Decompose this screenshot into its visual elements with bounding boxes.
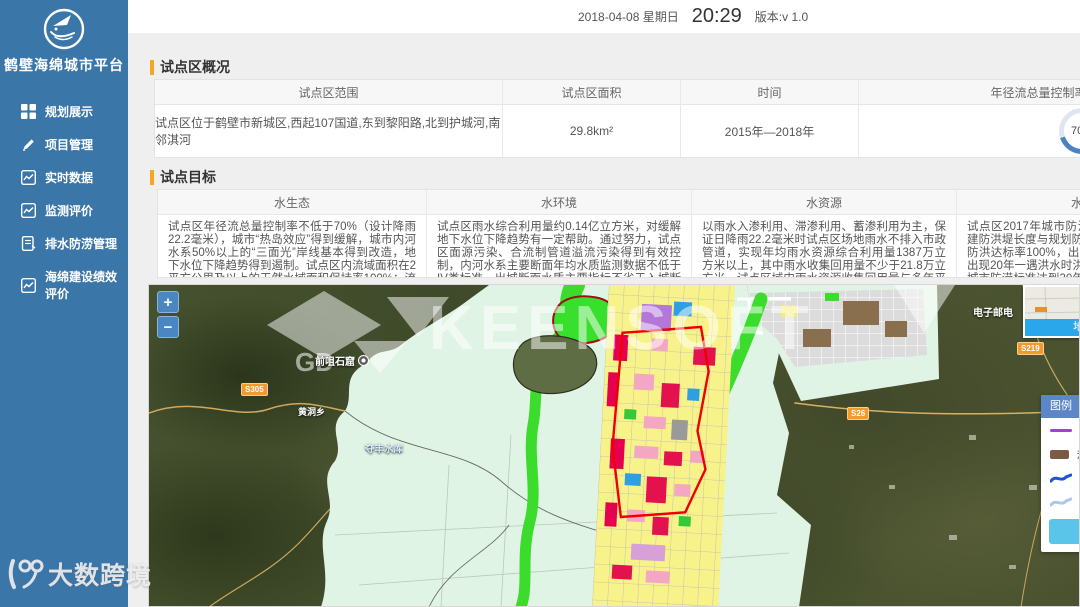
goals-section-title: 试点目标: [150, 167, 216, 187]
cell-range: 试点区位于鹤壁市新城区,西起107国道,东到黎阳路,北到护城河,南邻淇河: [155, 116, 501, 147]
map-overlay-graphics: GD KEENSOFT: [149, 285, 1079, 606]
chart-icon: [21, 277, 36, 293]
current-date: 2018-04-08 星期日: [578, 10, 679, 24]
goals-table-header: 水生态 水环境 水资源 水安全: [158, 190, 1080, 215]
document-icon: [21, 236, 36, 251]
app-window: 鹤壁海绵城市平台 规划展示 项目管理 实时数据 监测评价 排水防涝管理 海绵建设…: [0, 0, 1080, 607]
legend-action-button[interactable]: 回: [1049, 519, 1079, 544]
runoff-progress-value: 70%: [1070, 125, 1080, 137]
sidebar: 鹤壁海绵城市平台 规划展示 项目管理 实时数据 监测评价 排水防涝管理 海绵建设…: [0, 0, 128, 607]
legend-item-brown: 规: [1041, 442, 1079, 466]
sidebar-item-label: 监测评价: [45, 204, 94, 218]
goal-header-water-resources: 水资源: [691, 190, 956, 214]
zoom-in-button[interactable]: +: [157, 291, 179, 313]
pencil-icon: [23, 139, 34, 151]
light-blue-curve-symbol: [1050, 497, 1072, 507]
sidebar-item-label: 实时数据: [45, 171, 94, 185]
sidebar-item-label: 规划展示: [45, 105, 94, 119]
topbar: 2018-04-08 星期日 20:29 版本:v 1.0: [128, 0, 1080, 33]
col-header-area: 试点区面积: [502, 80, 680, 104]
sidebar-item-planning[interactable]: 规划展示: [0, 95, 128, 128]
goals-table: 水生态 水环境 水资源 水安全 试点区年径流总量控制率不低于70%（设计降雨22…: [157, 189, 1080, 278]
swan-logo-icon: [43, 8, 85, 50]
sidebar-menu: 规划展示 项目管理 实时数据 监测评价 排水防涝管理 海绵建设绩效评价: [0, 95, 128, 310]
cell-time: 2015年—2018年: [680, 105, 858, 157]
chart-icon: [21, 170, 36, 185]
sidebar-item-monitoring[interactable]: 监测评价: [0, 194, 128, 227]
purple-line-symbol: [1050, 428, 1072, 432]
site-watermark: 大数跨境: [4, 556, 152, 592]
sidebar-item-label: 海绵建设绩效评价: [45, 270, 118, 301]
road-badge-s305: S305: [241, 383, 268, 396]
sidebar-item-realtime-data[interactable]: 实时数据: [0, 161, 128, 194]
overview-table: 试点区范围 试点区面积 时间 年径流总量控制率 试点区位于鹤壁市新城区,西起10…: [154, 79, 1080, 158]
map-label-northeast: 电子邮电: [973, 308, 1013, 319]
map-zoom-controls: + −: [157, 291, 179, 341]
goal-text-water-safety: 试点区2017年城市防洪标准达到50年一遇，已建防洪堤长度与规划防洪堤总长度的比…: [956, 215, 1080, 277]
goal-text-water-resources: 以雨水入渗利用、滞渗利用、蓄渗利用为主，保证日降雨22.2毫米时试点区场地雨水不…: [691, 215, 956, 277]
overview-section-title: 试点区概况: [150, 57, 230, 77]
goal-header-water-ecology: 水生态: [273, 195, 310, 210]
maptype-switcher[interactable]: 地图: [1023, 285, 1079, 338]
chart-icon: [21, 203, 36, 218]
cell-runoff: 70%: [858, 105, 1080, 157]
map-legend: 图例 规 规 规 现 回: [1041, 395, 1079, 552]
grid-icon: [21, 104, 36, 119]
dark-blue-curve-symbol: [1050, 473, 1072, 483]
sidebar-item-label: 排水防涝管理: [45, 237, 118, 251]
watermark-text: 大数跨境: [48, 562, 153, 590]
runoff-progress-ring: 70%: [1059, 108, 1080, 154]
map-canvas[interactable]: GD KEENSOFT + − S305 S219 S26 前咀石窟 黄洞乡 夺…: [148, 284, 1080, 607]
current-time: 20:29: [691, 5, 742, 27]
app-title: 鹤壁海绵城市平台: [4, 57, 124, 73]
watermark-main-text: KEENSOFT: [429, 294, 815, 363]
col-header-time: 时间: [680, 80, 858, 104]
version-label: 版本:v 1.0: [754, 10, 809, 24]
goal-header-water-environment: 水环境: [426, 190, 691, 214]
goal-header-water-safety: 水安全: [956, 190, 1080, 214]
goals-table-row: 试点区年径流总量控制率不低于70%（设计降雨22.2毫米），城市“热岛效应”得到…: [158, 215, 1080, 277]
scenic-spot-icon: [358, 355, 369, 366]
goal-text-water-ecology: 试点区年径流总量控制率不低于70%（设计降雨22.2毫米），城市“热岛效应”得到…: [168, 221, 416, 277]
legend-item-lightblue: 现: [1041, 490, 1079, 514]
col-header-runoff: 年径流总量控制率: [858, 80, 1080, 104]
goal-text-water-environment: 试点区雨水综合利用量约0.14亿立方米，对缓解地下水位下降趋势有一定帮助。通过努…: [426, 215, 691, 277]
sidebar-item-performance[interactable]: 海绵建设绩效评价: [0, 260, 128, 310]
sidebar-item-projects[interactable]: 项目管理: [0, 128, 128, 161]
sidebar-item-drainage[interactable]: 排水防涝管理: [0, 227, 128, 260]
overview-table-row: 试点区位于鹤壁市新城区,西起107国道,东到黎阳路,北到护城河,南邻淇河 29.…: [155, 105, 1080, 157]
brown-swatch-symbol: [1050, 449, 1069, 459]
map-label-reservoir: 夺丰水库: [365, 444, 404, 455]
map-label-scenic: 前咀石窟: [315, 353, 369, 368]
scenic-label-text: 前咀石窟: [315, 357, 355, 368]
sidebar-item-label: 项目管理: [45, 138, 94, 152]
cell-area: 29.8km²: [502, 105, 680, 157]
legend-title: 图例: [1041, 395, 1079, 418]
road-badge-s219: S219: [1017, 342, 1044, 355]
app-logo: [0, 0, 128, 52]
main-content: 试点区概况 试点区范围 试点区面积 时间 年径流总量控制率 试点区位于鹤壁市新城…: [128, 33, 1080, 607]
col-header-range: 试点区范围: [298, 85, 359, 100]
map-label-town: 黄洞乡: [298, 407, 326, 417]
maptype-label[interactable]: 地图: [1025, 319, 1079, 336]
legend-item-darkblue: 规: [1041, 466, 1079, 490]
zoom-out-button[interactable]: −: [157, 316, 179, 338]
overview-table-header: 试点区范围 试点区面积 时间 年径流总量控制率: [155, 80, 1080, 105]
road-badge-s26: S26: [847, 407, 870, 420]
legend-item-purple: 规: [1041, 418, 1079, 442]
watermark-logo-icon: [8, 559, 44, 589]
